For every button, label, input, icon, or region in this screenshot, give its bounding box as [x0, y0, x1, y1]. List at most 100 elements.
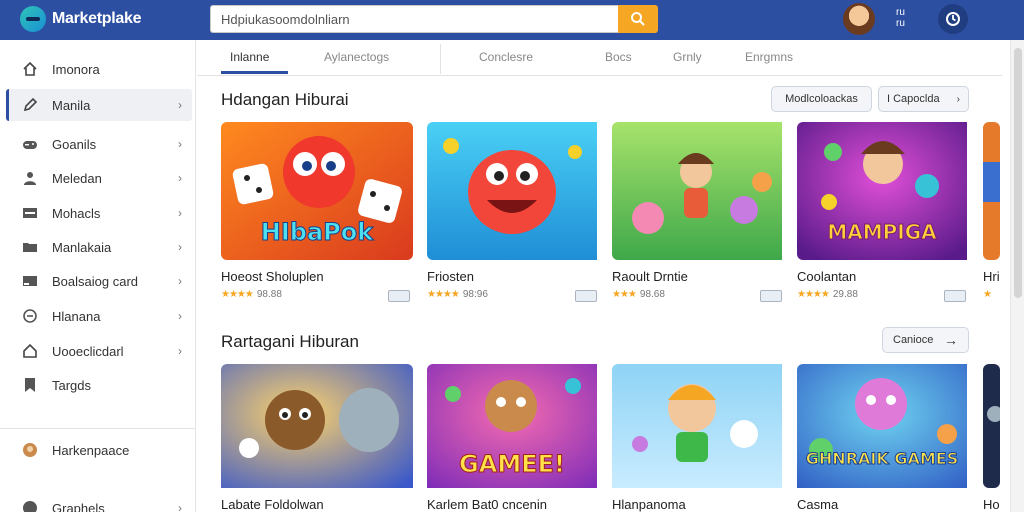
game-card-image[interactable]	[612, 364, 804, 502]
app-logo[interactable]: Marketplake	[20, 6, 142, 32]
scrollbar-thumb[interactable]	[1014, 48, 1022, 298]
card-badge	[944, 290, 966, 302]
game-card-title[interactable]: Ho	[983, 497, 1003, 512]
game-card-art-text: MAMPIGA	[827, 220, 937, 245]
active-tab-indicator	[221, 71, 288, 74]
sidebar-item-label: Harkenpaace	[52, 442, 130, 458]
game-card-meta: ★★★★ 98.88	[221, 289, 282, 300]
rating-value: 98.88	[256, 289, 282, 300]
game-card-title[interactable]: Friosten	[427, 269, 474, 284]
search-icon	[631, 12, 645, 26]
scrollbar[interactable]	[1010, 40, 1024, 512]
rating-stars: ★★★★	[797, 289, 830, 300]
sidebar-item-4[interactable]: Mohacls ›	[6, 197, 192, 229]
app-name: Marketplake	[52, 10, 142, 27]
game-card-title[interactable]: Hri	[983, 269, 1003, 284]
tab-4[interactable]: Grnly	[673, 50, 702, 64]
home-icon	[22, 61, 38, 77]
user-avatar[interactable]	[843, 3, 875, 35]
bookmark-icon	[22, 377, 38, 393]
game-card-title[interactable]: Raoult Drntie	[612, 269, 688, 284]
section1-title: Hdangan Hiburai	[221, 90, 349, 109]
tab-1[interactable]: Aylanectogs	[324, 50, 389, 64]
sidebar-item-3[interactable]: Meledan ›	[6, 162, 192, 194]
game-card-image[interactable]	[221, 364, 413, 502]
game-card-image[interactable]	[983, 122, 1000, 260]
game-card-image[interactable]	[427, 122, 619, 260]
window-icon	[22, 205, 38, 221]
sidebar-item-label: Meledan	[52, 170, 102, 186]
see-all-label: Canioce	[893, 334, 934, 346]
sidebar-item-label: Hlanana	[52, 308, 101, 324]
gear-icon	[22, 308, 38, 324]
logo-icon	[20, 6, 46, 32]
card-badge	[575, 290, 597, 302]
chevron-right-icon: ›	[178, 501, 182, 512]
sidebar: Imonora Manila › Goanils › Meledan › Moh…	[0, 40, 196, 512]
top-bar: Marketplake ru ru	[0, 0, 1024, 40]
rating-stars: ★★★	[612, 289, 637, 300]
section1-filter-button[interactable]: Modlcoloackas	[771, 86, 872, 112]
user-meta: ru ru	[896, 7, 905, 29]
game-card-title[interactable]: Karlem Bat0 cncenin	[427, 497, 547, 512]
sidebar-divider	[0, 428, 196, 429]
game-card-meta: ★★★★ 98:96	[427, 289, 488, 300]
game-card-art-text: HIbaPok	[260, 218, 374, 247]
tab-2[interactable]: Conclesre	[479, 50, 533, 64]
rating-value: 29.88	[832, 289, 858, 300]
user-line2: ru	[896, 18, 905, 29]
game-card-title[interactable]: Hlanpanoma	[612, 497, 686, 512]
rating-stars: ★★★★	[427, 289, 460, 300]
sidebar-item-10[interactable]: Harkenpaace	[6, 434, 192, 466]
sidebar-item-label: Boalsaiog card	[52, 273, 138, 289]
circle-icon	[22, 500, 38, 512]
rating-value: 98:96	[462, 289, 488, 300]
chevron-right-icon: ›	[178, 309, 182, 323]
game-card-meta: ★★★★ 29.88	[797, 289, 858, 300]
tab-3[interactable]: Bocs	[605, 50, 632, 64]
sidebar-item-6[interactable]: Boalsaiog card ›	[6, 265, 192, 297]
game-card-image[interactable]	[612, 122, 804, 260]
chevron-right-icon: ›	[956, 93, 960, 105]
sidebar-item-label: Mohacls	[52, 205, 101, 221]
search-button[interactable]	[618, 5, 658, 33]
chevron-right-icon: ›	[178, 98, 182, 112]
sidebar-item-2[interactable]: Goanils ›	[6, 128, 192, 160]
sidebar-item-8[interactable]: Uooeclicdarl ›	[6, 335, 192, 367]
section1-more-button[interactable]: I Capoclda ›	[878, 86, 969, 112]
tab-0[interactable]: Inlanne	[230, 50, 269, 64]
search-input[interactable]	[210, 5, 618, 33]
tab-5[interactable]: Enrgmns	[745, 50, 793, 64]
sidebar-item-9[interactable]: Targds	[6, 369, 192, 401]
card-icon	[22, 273, 38, 289]
game-card-title[interactable]: Coolantan	[797, 269, 856, 284]
game-card-title[interactable]: Hoeost Sholuplen	[221, 269, 324, 284]
rating-stars: ★★★★	[221, 289, 254, 300]
clock-button[interactable]	[938, 4, 968, 34]
gamepad-icon	[22, 136, 38, 152]
game-card-meta: ★	[983, 289, 992, 300]
chevron-right-icon: ›	[178, 137, 182, 151]
sidebar-item-5[interactable]: Manlakaia ›	[6, 231, 192, 263]
tab-bar: Inlanne Aylanectogs Conclesre Bocs Grnly…	[197, 40, 1002, 76]
game-card-image[interactable]	[983, 364, 1000, 488]
game-card-title[interactable]: Labate Foldolwan	[221, 497, 324, 512]
game-card-image[interactable]	[797, 364, 989, 502]
rating-value: 98.68	[639, 289, 665, 300]
search-bar	[210, 5, 658, 33]
folder-icon	[22, 239, 38, 255]
section2-title: Rartagani Hiburan	[221, 332, 359, 351]
game-card-art-text: GAMEE!	[459, 450, 566, 479]
house-icon	[22, 343, 38, 359]
section2-see-all-button[interactable]: Canioce →	[882, 327, 969, 353]
game-card-title[interactable]: Casma	[797, 497, 838, 512]
game-card-meta: ★★★ 98.68	[612, 289, 665, 300]
arrow-right-icon: →	[944, 332, 958, 348]
sidebar-item-11[interactable]: Graphels ›	[6, 492, 192, 512]
sidebar-item-0[interactable]: Imonora	[6, 53, 192, 85]
sidebar-item-1[interactable]: Manila ›	[6, 89, 192, 121]
sidebar-item-7[interactable]: Hlanana ›	[6, 300, 192, 332]
chevron-right-icon: ›	[178, 206, 182, 220]
more-button-label: I Capoclda	[887, 93, 940, 105]
pencil-icon	[22, 97, 38, 113]
